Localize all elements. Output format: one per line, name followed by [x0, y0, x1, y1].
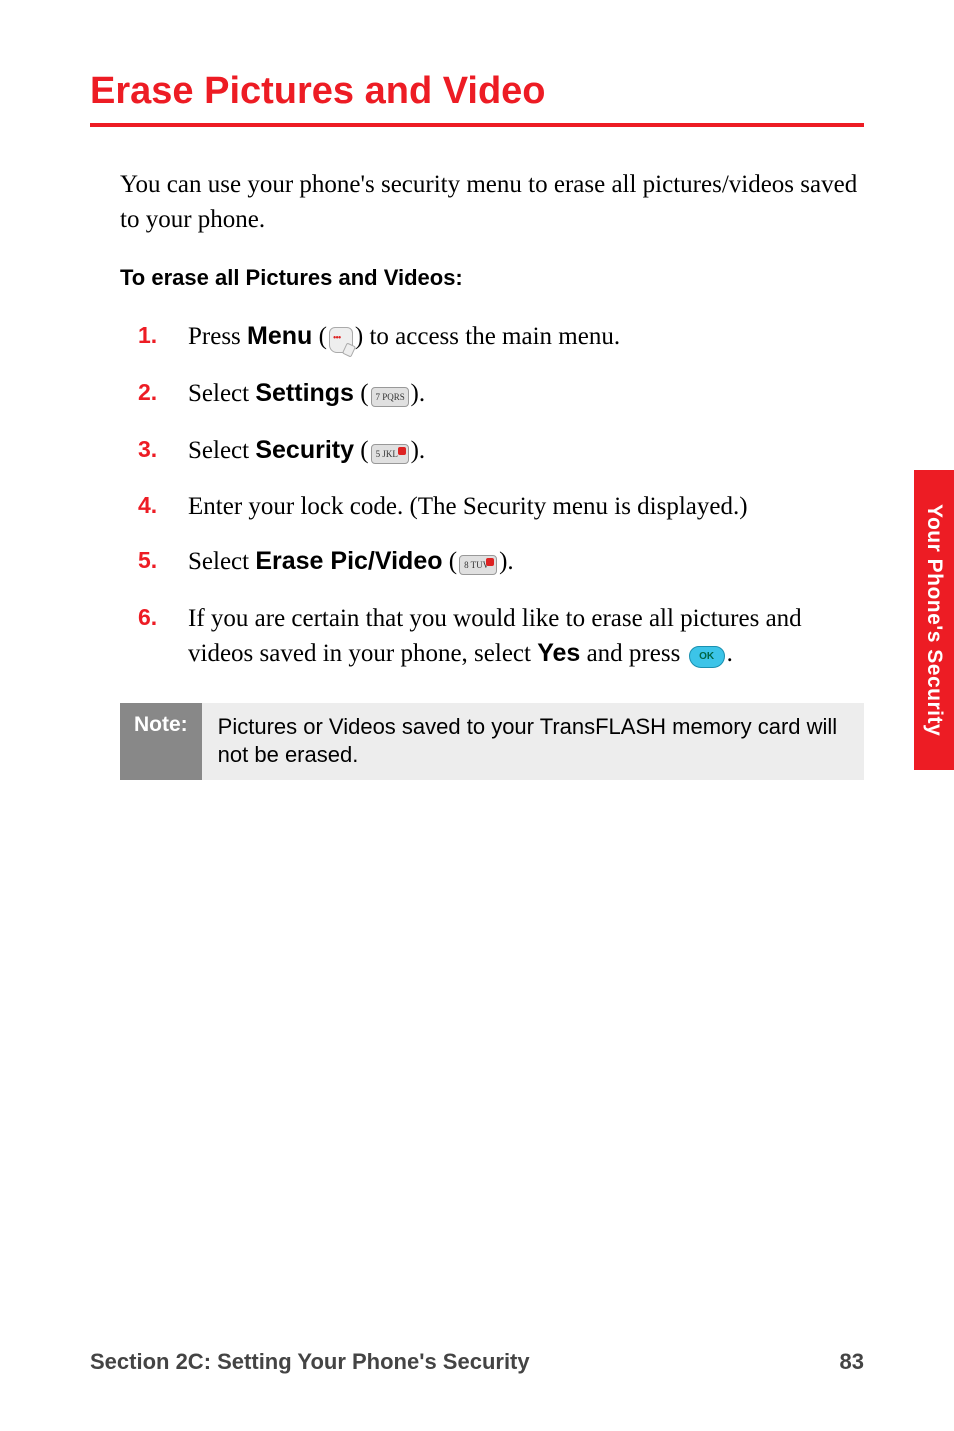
step-2: Select Settings (7 PQRS).: [138, 376, 864, 413]
step-4-text: Enter your lock code. (The Security menu…: [188, 493, 748, 520]
step-3-open: (: [354, 437, 369, 464]
step-6-end: .: [727, 640, 733, 667]
title-underline: [90, 123, 864, 127]
footer-section: Section 2C: Setting Your Phone's Securit…: [90, 1349, 530, 1375]
page-title: Erase Pictures and Video: [90, 70, 864, 113]
step-5-bold: Erase Pic/Video: [255, 547, 442, 575]
menu-key-icon: [329, 321, 353, 356]
note-label: Note:: [120, 703, 202, 780]
note-text: Pictures or Videos saved to your TransFL…: [202, 703, 864, 780]
step-5-open: (: [443, 548, 458, 575]
step-6-mid: and press: [580, 640, 686, 667]
intro-text: You can use your phone's security menu t…: [120, 167, 864, 237]
key-5-icon: 5 JKL: [371, 434, 409, 469]
side-tab-label: Your Phone's Security: [922, 504, 946, 736]
step-6-bold: Yes: [537, 639, 580, 667]
step-1-bold: Menu: [247, 322, 312, 350]
step-2-open: (: [354, 380, 369, 407]
step-1-open: (: [312, 323, 327, 350]
step-2-bold: Settings: [255, 379, 354, 407]
step-2-pre: Select: [188, 380, 255, 407]
footer-page-number: 83: [840, 1349, 864, 1375]
step-4: Enter your lock code. (The Security menu…: [138, 489, 864, 524]
step-2-close: ).: [411, 380, 426, 407]
subheading: To erase all Pictures and Videos:: [120, 265, 864, 291]
step-3-pre: Select: [188, 437, 255, 464]
step-1-close: ) to access the main menu.: [355, 323, 620, 350]
step-3-close: ).: [411, 437, 426, 464]
step-3: Select Security (5 JKL).: [138, 433, 864, 470]
step-5-close: ).: [499, 548, 514, 575]
key-7-icon: 7 PQRS: [371, 378, 409, 413]
step-6: If you are certain that you would like t…: [138, 601, 864, 673]
step-5-pre: Select: [188, 548, 255, 575]
page-footer: Section 2C: Setting Your Phone's Securit…: [90, 1349, 864, 1375]
ok-key-icon: OK: [689, 638, 725, 673]
step-5: Select Erase Pic/Video (8 TUV).: [138, 544, 864, 581]
steps-list: Press Menu ( ) to access the main menu. S…: [138, 319, 864, 673]
side-tab: Your Phone's Security: [914, 470, 954, 770]
step-1: Press Menu ( ) to access the main menu.: [138, 319, 864, 356]
step-1-pre: Press: [188, 323, 247, 350]
step-3-bold: Security: [255, 436, 354, 464]
note-box: Note: Pictures or Videos saved to your T…: [120, 703, 864, 780]
key-8-icon: 8 TUV: [459, 546, 497, 581]
